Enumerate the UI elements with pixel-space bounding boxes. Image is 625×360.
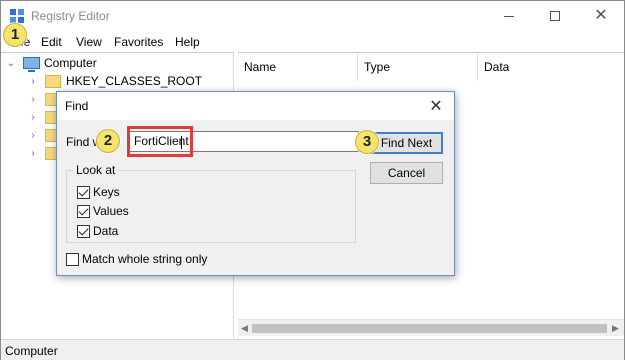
keys-checkbox-row[interactable]: Keys xyxy=(77,184,120,200)
chevron-right-icon[interactable]: › xyxy=(27,148,39,159)
find-next-button[interactable]: Find Next xyxy=(370,132,443,154)
data-label: Data xyxy=(93,224,119,238)
data-checkbox[interactable] xyxy=(77,224,90,238)
chevron-right-icon[interactable]: › xyxy=(27,130,39,141)
minimize-button[interactable] xyxy=(486,1,532,31)
tree-item-computer[interactable]: ⌄ Computer xyxy=(5,54,97,72)
look-at-group: Look at Keys Values Data xyxy=(66,163,356,243)
match-whole-string-row[interactable]: Match whole string only xyxy=(66,252,207,266)
close-button[interactable]: ✕ xyxy=(578,1,624,31)
status-bar: Computer xyxy=(1,339,624,360)
minimize-icon xyxy=(504,15,514,17)
menu-bar: File Edit View Favorites Help xyxy=(1,32,624,52)
maximize-button[interactable] xyxy=(532,1,578,31)
step-callout-3: 3 xyxy=(355,130,379,154)
folder-icon xyxy=(45,74,61,88)
chevron-right-icon[interactable]: › xyxy=(27,76,39,87)
menu-view[interactable]: View xyxy=(76,35,102,49)
keys-label: Keys xyxy=(93,185,120,199)
values-label: Values xyxy=(93,204,129,218)
scroll-left-icon[interactable]: ◀ xyxy=(241,323,248,334)
dialog-title-bar: Find ✕ xyxy=(57,92,454,120)
title-bar: Registry Editor ✕ xyxy=(1,1,624,31)
status-path: Computer xyxy=(5,344,58,358)
step-callout-2: 2 xyxy=(96,129,120,153)
scrollbar-thumb[interactable] xyxy=(252,324,607,333)
match-whole-string-checkbox[interactable] xyxy=(66,252,79,266)
column-header-type[interactable]: Type xyxy=(358,53,478,81)
column-header-name[interactable]: Name xyxy=(238,53,358,81)
registry-app-icon xyxy=(10,9,24,23)
tree-item-hkcr[interactable]: › HKEY_CLASSES_ROOT xyxy=(27,72,202,90)
computer-icon xyxy=(23,57,40,72)
menu-favorites[interactable]: Favorites xyxy=(114,35,163,49)
find-what-input[interactable]: FortiClient xyxy=(129,131,359,152)
menu-help[interactable]: Help xyxy=(175,35,200,49)
scroll-right-icon[interactable]: ▶ xyxy=(612,323,619,334)
chevron-down-icon[interactable]: ⌄ xyxy=(5,58,17,69)
chevron-right-icon[interactable]: › xyxy=(27,94,39,105)
look-at-legend: Look at xyxy=(73,163,119,177)
step-callout-1: 1 xyxy=(3,23,27,47)
values-checkbox[interactable] xyxy=(77,204,90,218)
keys-checkbox[interactable] xyxy=(77,185,90,199)
cancel-button[interactable]: Cancel xyxy=(370,162,443,184)
values-checkbox-row[interactable]: Values xyxy=(77,203,129,219)
maximize-icon xyxy=(550,11,560,21)
text-caret xyxy=(181,136,182,149)
window-title: Registry Editor xyxy=(31,9,110,23)
close-icon: ✕ xyxy=(594,7,608,24)
horizontal-scrollbar[interactable]: ◀ ▶ xyxy=(238,319,624,336)
match-whole-string-label: Match whole string only xyxy=(82,252,208,266)
tree-item-label: Computer xyxy=(44,56,97,70)
close-icon[interactable]: ✕ xyxy=(425,96,447,116)
dialog-title: Find xyxy=(65,99,89,113)
column-header-data[interactable]: Data xyxy=(478,53,624,81)
find-dialog: Find ✕ Find wh FortiClient Find Next Can… xyxy=(56,91,455,276)
data-checkbox-row[interactable]: Data xyxy=(77,223,118,239)
chevron-right-icon[interactable]: › xyxy=(27,112,39,123)
menu-edit[interactable]: Edit xyxy=(41,35,62,49)
tree-item-label: HKEY_CLASSES_ROOT xyxy=(66,74,203,88)
